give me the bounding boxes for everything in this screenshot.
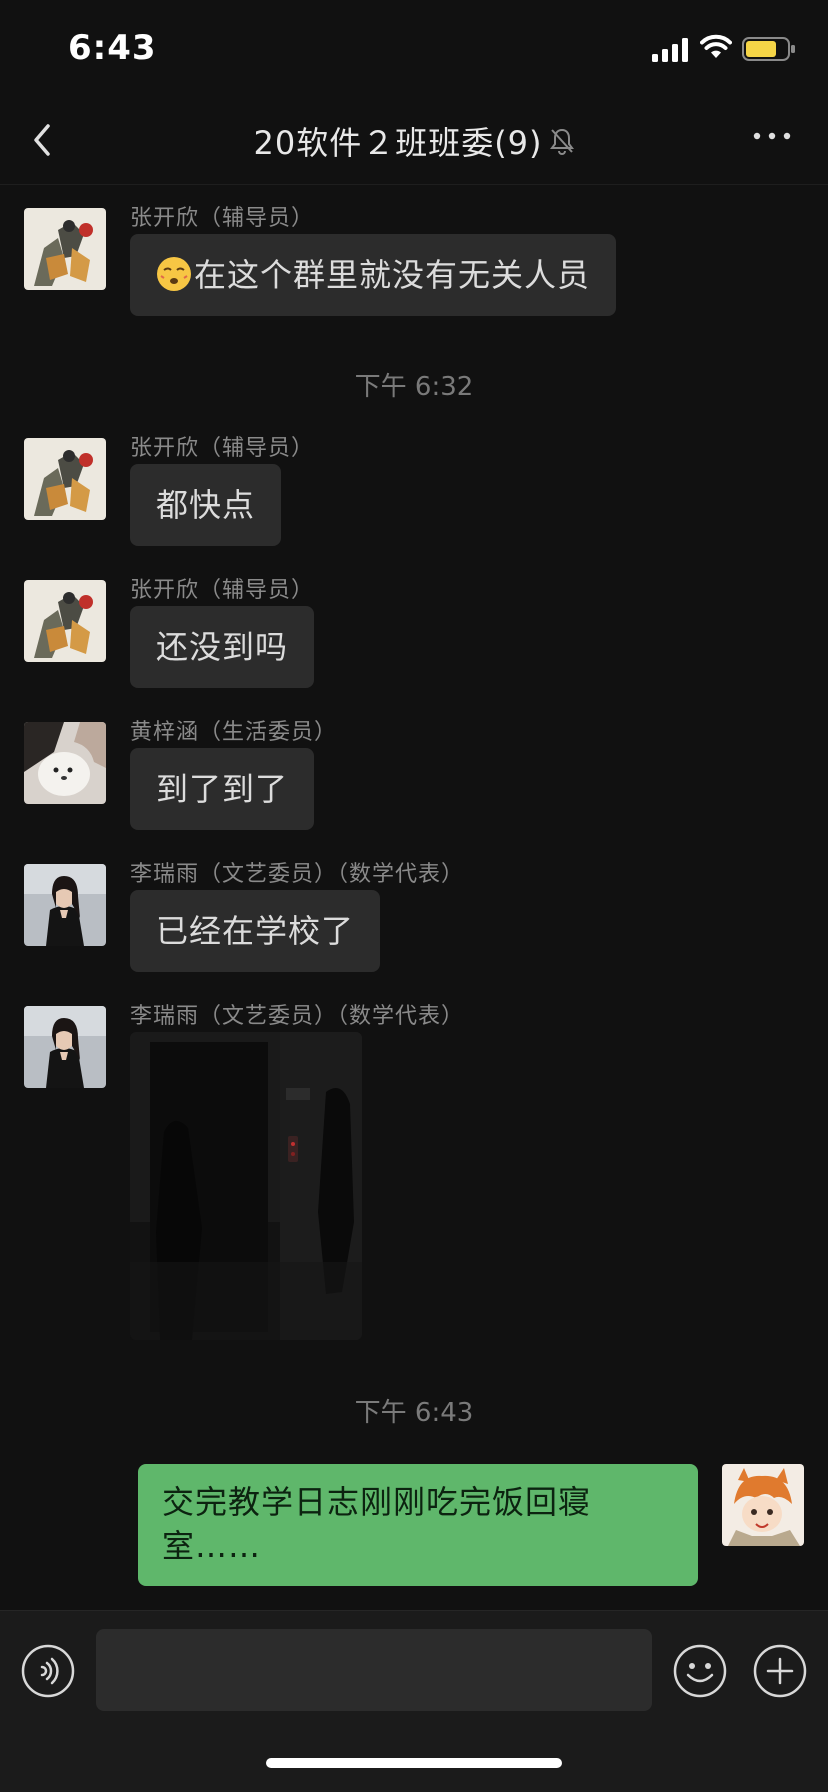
chat-title-wrap: 20软件２班班委(9) xyxy=(0,118,828,164)
wifi-icon xyxy=(700,34,732,58)
chat-header: 20软件２班班委(9) xyxy=(0,96,828,185)
signal-icon xyxy=(652,38,688,62)
message-bubble[interactable]: 在这个群里就没有无关人员 xyxy=(130,234,617,316)
message-bubble[interactable]: 已经在学校了 xyxy=(130,890,381,972)
mute-bell-icon xyxy=(549,128,574,155)
message-photo[interactable] xyxy=(130,1032,362,1340)
time-separator: 下午 6:43 xyxy=(354,1398,474,1428)
message-text: 在这个群里就没有无关人员 xyxy=(194,256,591,294)
message-bubble[interactable]: 到了到了 xyxy=(130,748,315,830)
message-text: 到了到了 xyxy=(156,770,289,808)
message-input[interactable] xyxy=(96,1629,652,1711)
sender-name: 李瑞雨（文艺委员）（数学代表） xyxy=(130,1004,465,1029)
message-text: 还没到吗 xyxy=(156,628,289,666)
avatar-zhang[interactable] xyxy=(24,208,106,290)
avatar-li[interactable] xyxy=(24,1006,106,1088)
emoji-icon[interactable] xyxy=(672,1643,728,1699)
add-attachment-icon[interactable] xyxy=(752,1643,808,1699)
my-avatar[interactable] xyxy=(722,1464,804,1546)
avatar-zhang[interactable] xyxy=(24,438,106,520)
chat-screen: 6:43 20软件２班班委(9) 张开欣（辅导员） 在这个群里就没有无关人员 下… xyxy=(0,0,828,1792)
status-bar: 6:43 xyxy=(0,0,828,96)
message-text: 都快点 xyxy=(156,486,256,524)
message-text: 已经在学校了 xyxy=(156,912,355,950)
avatar-zhang[interactable] xyxy=(24,580,106,662)
sender-name: 张开欣（辅导员） xyxy=(130,206,315,231)
sender-name: 张开欣（辅导员） xyxy=(130,436,315,461)
voice-input-icon[interactable] xyxy=(20,1643,76,1699)
status-time: 6:43 xyxy=(68,28,157,68)
chat-title: 20软件２班班委(9) xyxy=(253,124,543,162)
time-separator: 下午 6:32 xyxy=(354,372,474,402)
home-indicator[interactable] xyxy=(266,1758,562,1768)
battery-icon xyxy=(742,37,795,61)
message-bubble[interactable]: 还没到吗 xyxy=(130,606,315,688)
sleeping-face-emoji-icon xyxy=(157,257,191,291)
sender-name: 张开欣（辅导员） xyxy=(130,578,315,603)
message-bubble[interactable]: 都快点 xyxy=(130,464,282,546)
my-message-bubble[interactable]: 交完教学日志刚刚吃完饭回寝室…… xyxy=(138,1464,698,1586)
more-options-icon[interactable] xyxy=(752,126,792,146)
sender-name: 李瑞雨（文艺委员）（数学代表） xyxy=(130,862,465,887)
sender-name: 黄梓涵（生活委员） xyxy=(130,720,338,745)
message-text: 交完教学日志刚刚吃完饭回寝室…… xyxy=(162,1483,592,1565)
avatar-li[interactable] xyxy=(24,864,106,946)
avatar-huang[interactable] xyxy=(24,722,106,804)
